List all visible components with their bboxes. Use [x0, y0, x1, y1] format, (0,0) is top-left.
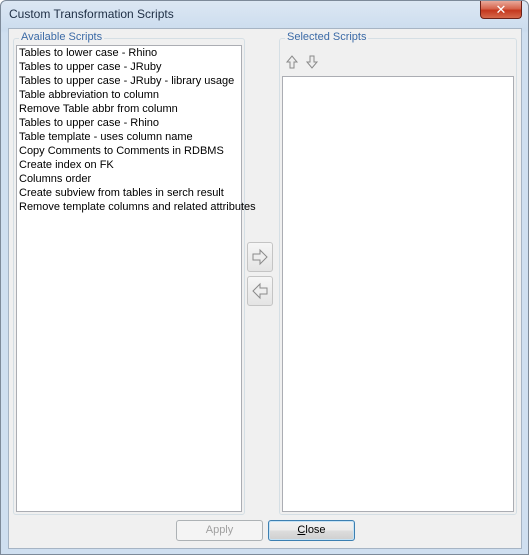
window-title: Custom Transformation Scripts	[9, 7, 174, 21]
list-item[interactable]: Table abbreviation to column	[17, 88, 241, 102]
apply-button-label: Apply	[205, 524, 234, 536]
list-item[interactable]: Create subview from tables in serch resu…	[17, 186, 241, 200]
apply-button[interactable]: Apply	[176, 520, 263, 541]
list-item[interactable]: Copy Comments to Comments in RDBMS	[17, 144, 241, 158]
move-up-button[interactable]	[284, 54, 300, 70]
arrow-down-icon	[305, 55, 319, 69]
close-label-rest: lose	[305, 524, 326, 536]
list-item[interactable]: Tables to upper case - Rhino	[17, 116, 241, 130]
available-scripts-list[interactable]: Tables to lower case - Rhino Tables to up…	[16, 45, 256, 512]
move-down-button[interactable]	[304, 54, 320, 70]
remove-from-selected-button[interactable]	[247, 276, 273, 306]
arrow-right-icon	[252, 248, 268, 266]
window-close-button[interactable]: ✕	[480, 1, 522, 19]
dialog-body: Available Scripts Tables to lower case -…	[8, 28, 522, 549]
arrow-left-icon	[252, 282, 268, 300]
list-item[interactable]: Tables to lower case - Rhino	[17, 46, 241, 60]
available-scripts-group: Available Scripts Tables to lower case -…	[13, 31, 256, 515]
close-button-label: Close	[297, 524, 325, 536]
selected-scripts-label: Selected Scripts	[285, 31, 369, 43]
list-item[interactable]: Remove Table abbr from column	[17, 102, 241, 116]
available-scripts-label: Available Scripts	[19, 31, 105, 43]
selected-scripts-list[interactable]	[282, 76, 514, 512]
title-bar[interactable]: Custom Transformation Scripts ✕	[1, 1, 528, 27]
list-item[interactable]: Tables to upper case - JRuby - library u…	[17, 74, 241, 88]
add-to-selected-button[interactable]	[247, 242, 273, 272]
close-button[interactable]: Close	[268, 520, 355, 541]
list-item[interactable]: Columns order	[17, 172, 241, 186]
selected-scripts-group: Selected Scripts	[279, 31, 517, 515]
list-item[interactable]: Create index on FK	[17, 158, 241, 172]
arrow-up-icon	[285, 55, 299, 69]
list-item[interactable]: Remove template columns and related attr…	[17, 200, 256, 214]
close-icon: ✕	[495, 3, 507, 18]
list-item[interactable]: Table template - uses column name	[17, 130, 241, 144]
list-item[interactable]: Tables to upper case - JRuby	[17, 60, 241, 74]
dialog-window: Custom Transformation Scripts ✕ Availabl…	[0, 0, 529, 555]
